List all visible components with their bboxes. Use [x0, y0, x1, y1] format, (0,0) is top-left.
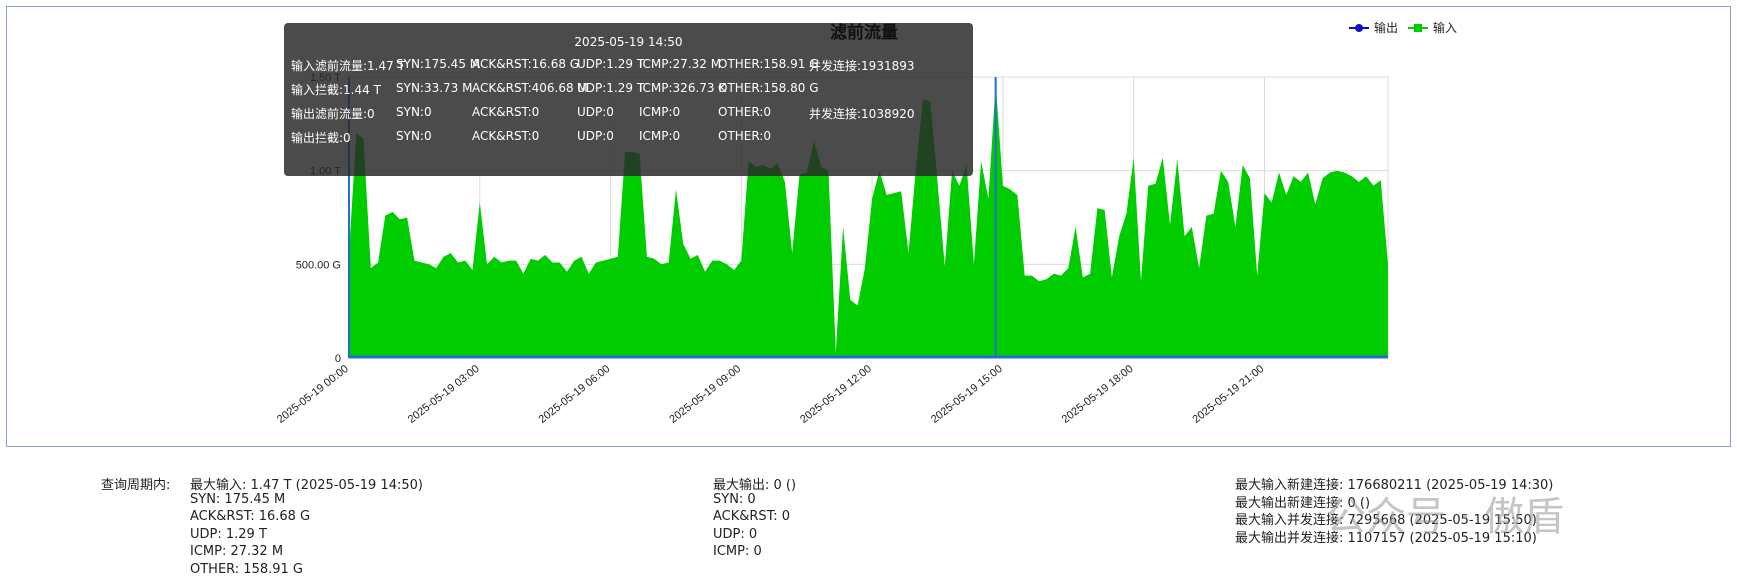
tooltip-cell: SYN:33.73 M [396, 81, 473, 95]
tooltip-cell: SYN:0 [396, 129, 432, 143]
period-label: 查询周期内: [101, 478, 171, 493]
y-tick-label: 0 [335, 353, 341, 365]
tooltip-cell: ACK&RST:406.68 M [472, 81, 588, 95]
tooltip-cell: UDP:1.29 T [577, 57, 645, 71]
x-tick-label: 2025-05-19 03:00 [406, 363, 482, 426]
stats-line-col1: OTHER: 158.91 G [190, 561, 304, 577]
tooltip-cell: ICMP:27.32 M [639, 57, 722, 71]
tooltip-cell: UDP:0 [577, 129, 614, 143]
tooltip-cell: ACK&RST:0 [472, 105, 540, 119]
tooltip-cell: ICMP:326.73 K [639, 81, 727, 95]
tooltip-cell: ICMP:0 [639, 105, 681, 119]
tooltip-cell: 并发连接:1931893 [809, 59, 915, 73]
tooltip-cell: ACK&RST:16.68 G [472, 57, 580, 71]
x-tick-label: 2025-05-19 15:00 [929, 363, 1005, 426]
tooltip-cell: OTHER:0 [718, 105, 772, 119]
stats-line-col2: ICMP: 0 [713, 544, 762, 559]
watermark: 公众号 · 傲盾 [1326, 494, 1565, 540]
stats-line-col1: SYN: 175.45 M [190, 491, 286, 507]
x-tick-label: 2025-05-19 00:00 [275, 363, 351, 426]
legend-label-1: 输入 [1433, 20, 1457, 35]
stats-line-col1: UDP: 1.29 T [190, 526, 267, 542]
tooltip-cell: UDP:1.29 T [577, 81, 645, 95]
stats-line-col1: ICMP: 27.32 M [190, 544, 284, 559]
tooltip-cell: 并发连接:1038920 [809, 107, 915, 121]
tooltip-cell: 输入拦截:1.44 T [291, 83, 381, 97]
tooltip-cell: ICMP:0 [639, 129, 681, 143]
x-tick-label: 2025-05-19 09:00 [667, 363, 743, 426]
x-tick-label: 2025-05-19 12:00 [798, 363, 874, 426]
tooltip-cell: SYN:175.45 M [396, 57, 481, 71]
tooltip-cell: 输出滤前流量:0 [291, 107, 375, 121]
stats-line-col1: 最大输入: 1.47 T (2025-05-19 14:50) [190, 478, 423, 493]
tooltip-cell: 输入滤前流量:1.47 T [291, 59, 405, 73]
stats-line-col2: 最大输出: 0 () [713, 478, 797, 493]
stats-line-col2: ACK&RST: 0 [713, 509, 790, 524]
tooltip-cell: OTHER:0 [718, 129, 772, 143]
chart-title-overlay: 滤前流量 [830, 23, 898, 43]
legend-marker-0 [1355, 24, 1363, 32]
tooltip-cell: 输出拦截:0 [291, 131, 351, 145]
x-tick-label: 2025-05-19 18:00 [1060, 363, 1136, 426]
stats-line-col2: SYN: 0 [713, 491, 756, 507]
tooltip-cell: ACK&RST:0 [472, 129, 540, 143]
legend-label-0: 输出 [1374, 20, 1398, 35]
tooltip-cell: UDP:0 [577, 105, 614, 119]
tooltip-cell: OTHER:158.80 G [718, 81, 819, 95]
x-tick-label: 2025-05-19 21:00 [1190, 363, 1266, 426]
stats-line-col1: ACK&RST: 16.68 G [190, 509, 311, 524]
y-tick-label: 500.00 G [296, 259, 341, 271]
legend-marker-1 [1414, 24, 1422, 32]
x-tick-label: 2025-05-19 06:00 [537, 363, 613, 426]
hover-tooltip: 2025-05-19 14:50 输入滤前流量:1.47 T SYN:175.45… [284, 23, 973, 176]
tooltip-cell: OTHER:158.91 G [718, 57, 819, 71]
chart-panel: 0500.00 G1.00 T1.50 T2025-05-19 00:00202… [6, 6, 1731, 447]
stats-line-col2: UDP: 0 [713, 526, 758, 542]
tooltip-cell: SYN:0 [396, 105, 432, 119]
